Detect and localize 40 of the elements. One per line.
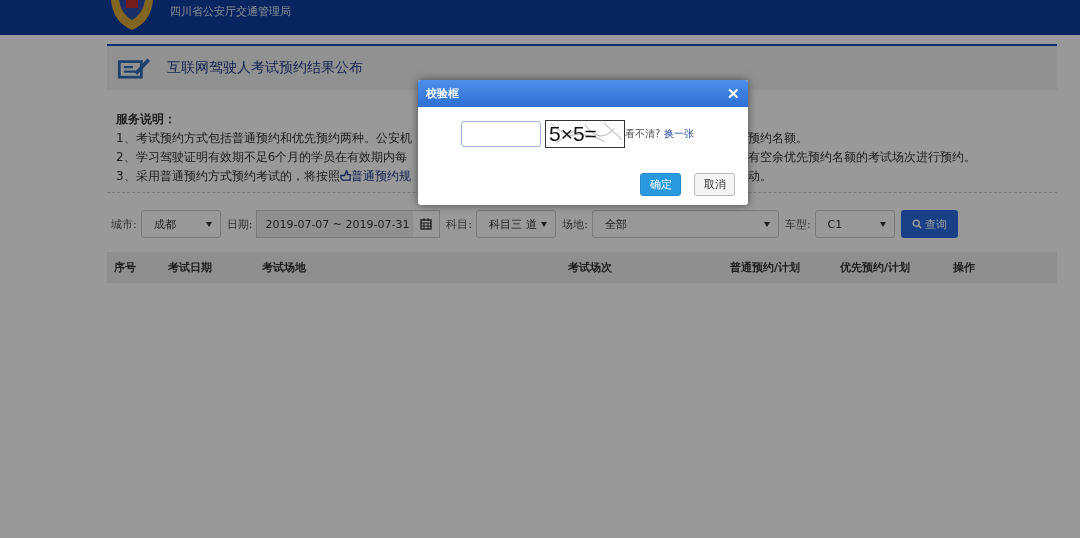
captcha-image: 5×5= <box>545 120 625 148</box>
confirm-button[interactable]: 确定 <box>640 173 681 196</box>
search-icon <box>911 219 922 229</box>
select-field[interactable]: 全部 <box>591 210 779 238</box>
notes-heading: 服务说明： <box>116 111 177 128</box>
column-header: 序号 <box>114 260 137 275</box>
filter-label: 科目: <box>446 216 473 232</box>
thumb-icon <box>339 170 351 181</box>
note-text: 有空余优先预约名额的考试场次进行预约。 <box>748 149 976 166</box>
page-title: 互联网驾驶人考试预约结果公布 <box>167 59 363 77</box>
rules-link[interactable]: 普通预约规 <box>339 169 411 183</box>
filter-label: 场地: <box>562 216 588 232</box>
filter-label: 车型: <box>784 216 811 232</box>
date-range-field[interactable]: 2019-07-07 ~ 2019-07-31 <box>256 210 441 238</box>
filter-label: 日期: <box>226 216 253 232</box>
note-text: 1、考试预约方式包括普通预约和优先预约两种。公安机 <box>116 131 412 145</box>
cancel-button[interactable]: 取消 <box>694 173 735 196</box>
note-text: 2、学习驾驶证明有效期不足6个月的学员在有效期内每 <box>116 150 408 164</box>
select-field[interactable]: C1 <box>814 210 895 238</box>
close-button[interactable]: ✕ <box>727 84 740 103</box>
captcha-input-field[interactable] <box>461 121 541 147</box>
search-button[interactable]: 查询 <box>900 210 958 238</box>
column-header: 考试场次 <box>568 260 613 275</box>
select-field[interactable]: 成都 <box>140 210 221 238</box>
filter-label: 城市: <box>111 216 137 232</box>
note-text: 3、采用普通预约方式预约考试的，将按照 <box>116 169 340 183</box>
column-header: 优先预约/计划 <box>840 260 912 275</box>
note-text: 动。 <box>748 168 772 185</box>
column-header: 考试日期 <box>168 260 213 275</box>
hint-text: 看不清? <box>625 127 661 141</box>
document-pen-icon <box>117 57 151 79</box>
note-text: 预约名额。 <box>748 130 808 147</box>
column-header: 操作 <box>953 260 976 275</box>
column-header: 普通预约/计划 <box>730 260 802 275</box>
calendar-icon <box>420 218 433 230</box>
org-name: 四川省公安厅交通管理局 <box>170 4 291 19</box>
dialog-title: 校验框 <box>426 86 459 101</box>
refresh-link[interactable]: 换一张 <box>664 127 695 141</box>
column-header: 考试场地 <box>262 260 307 275</box>
select-field[interactable]: 科目三 道 <box>476 210 557 238</box>
